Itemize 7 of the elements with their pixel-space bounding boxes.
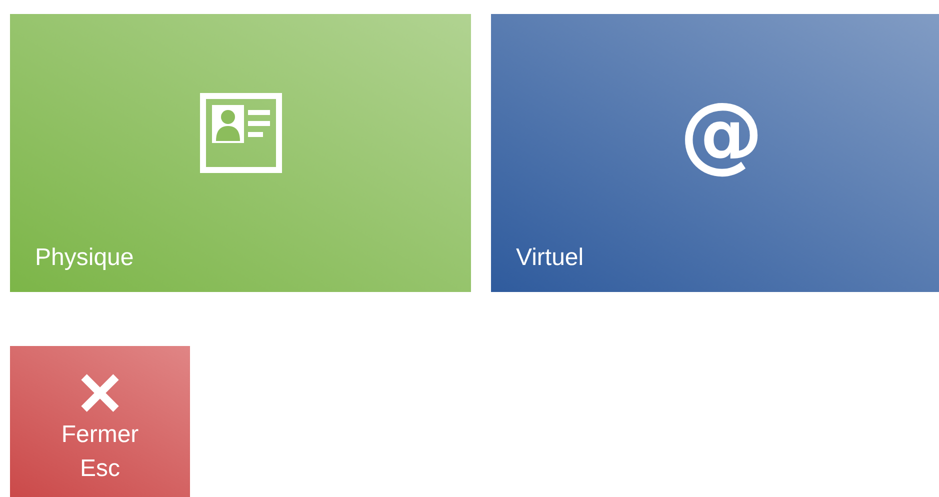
tile-label: Physique xyxy=(35,246,134,270)
close-icon xyxy=(79,372,121,414)
tile-label: Virtuel xyxy=(516,246,584,270)
close-button[interactable]: Fermer Esc xyxy=(10,346,190,497)
category-tile[interactable]: Physique xyxy=(10,14,471,292)
contact-card-icon xyxy=(200,93,282,173)
category-tile[interactable]: @ Virtuel xyxy=(491,14,939,292)
